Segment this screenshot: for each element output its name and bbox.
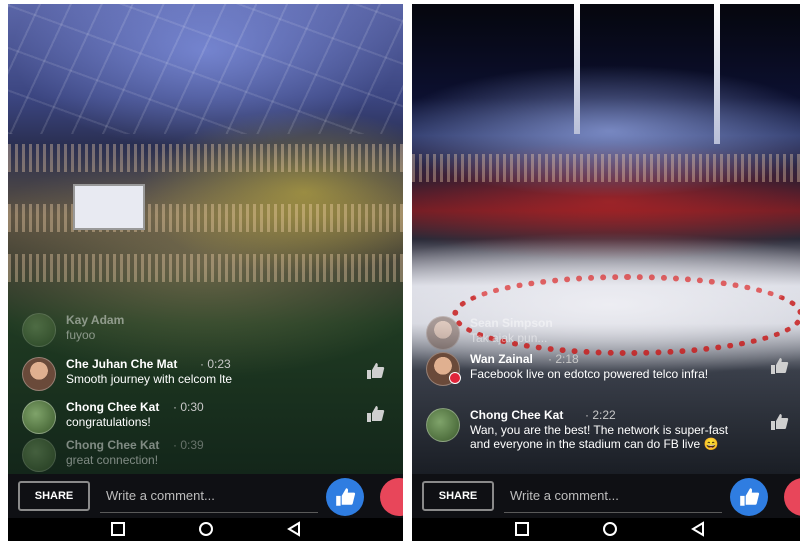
- comment-author[interactable]: Chong Chee Kat: [66, 400, 159, 414]
- comment-author[interactable]: Chong Chee Kat: [66, 438, 159, 452]
- left-phone-screen: Kay Adam fuyoo Che Juhan Che Mat · 0:23 …: [8, 4, 403, 541]
- back-icon[interactable]: [286, 521, 302, 537]
- comment-time: · 0:23: [200, 357, 231, 371]
- comment-author[interactable]: Kay Adam: [66, 313, 124, 327]
- comment-bar: SHARE: [8, 474, 403, 518]
- avatar: [22, 400, 56, 434]
- light-mast: [714, 4, 720, 144]
- comment-author[interactable]: Wan Zainal: [470, 352, 533, 366]
- thumbs-up-icon: [336, 488, 356, 506]
- light-mast: [574, 4, 580, 134]
- comment-text: Tak ajak pun...: [470, 331, 548, 345]
- share-button[interactable]: SHARE: [18, 481, 90, 511]
- comment-item: Wan Zainal · 2:18 Facebook live on edotc…: [412, 350, 800, 394]
- comment-item: Kay Adam fuyoo: [8, 311, 403, 355]
- thumbs-up-icon[interactable]: [769, 356, 789, 376]
- comment-author[interactable]: Che Juhan Che Mat: [66, 357, 177, 371]
- avatar: [426, 316, 460, 350]
- crowd-stands-upper: [8, 144, 403, 172]
- recents-icon[interactable]: [110, 521, 126, 537]
- comment-item: Che Juhan Che Mat · 0:23 Smooth journey …: [8, 355, 403, 399]
- home-icon[interactable]: [198, 521, 214, 537]
- stadium-roof: [8, 4, 403, 134]
- avatar: [22, 357, 56, 391]
- comment-input[interactable]: [504, 479, 722, 513]
- avatar: [22, 313, 56, 347]
- thumbs-up-icon[interactable]: [769, 412, 789, 432]
- like-button[interactable]: [730, 478, 768, 516]
- thumbs-up-icon[interactable]: [365, 361, 385, 381]
- comment-text: fuyoo: [66, 328, 96, 342]
- android-nav-bar: [8, 518, 403, 541]
- comment-text: Facebook live on edotco powered telco in…: [470, 367, 709, 381]
- home-icon[interactable]: [602, 521, 618, 537]
- comment-input[interactable]: [100, 479, 318, 513]
- comment-item: Chong Chee Kat · 2:22 Wan, you are the b…: [412, 406, 800, 451]
- crowd-stands-lower: [8, 254, 403, 282]
- comment-time: · 2:18: [548, 352, 579, 366]
- avatar: [22, 438, 56, 472]
- comment-time: · 0:30: [173, 400, 204, 414]
- right-phone-screen: Sean Simpson Tak ajak pun... Wan Zainal …: [412, 4, 800, 541]
- comment-text: great connection!: [66, 453, 159, 467]
- crowd-stands-mid: [8, 204, 403, 232]
- comment-time: · 0:39: [173, 438, 204, 452]
- android-nav-bar: [412, 518, 800, 541]
- comment-bar: SHARE: [412, 474, 800, 518]
- stadium-video-right[interactable]: [412, 4, 800, 474]
- back-icon[interactable]: [690, 521, 706, 537]
- avatar: [426, 408, 460, 442]
- heart-icon[interactable]: [380, 478, 403, 516]
- recents-icon[interactable]: [514, 521, 530, 537]
- like-button[interactable]: [326, 478, 364, 516]
- comment-author[interactable]: Sean Simpson: [470, 316, 553, 330]
- live-indicator-icon: [449, 372, 461, 384]
- comment-text: congratulations!: [66, 415, 151, 429]
- crowd-stands: [412, 154, 800, 182]
- comment-text: Smooth journey with celcom lte: [66, 372, 233, 386]
- comment-author[interactable]: Chong Chee Kat: [470, 408, 563, 422]
- thumbs-up-icon[interactable]: [365, 404, 385, 424]
- comment-text: Wan, you are the best! The network is su…: [470, 423, 729, 451]
- thumbs-up-icon: [740, 488, 760, 506]
- comment-time: · 2:22: [585, 408, 616, 422]
- stadium-scoreboard: [73, 184, 145, 230]
- share-button[interactable]: SHARE: [422, 481, 494, 511]
- heart-icon[interactable]: [784, 478, 800, 516]
